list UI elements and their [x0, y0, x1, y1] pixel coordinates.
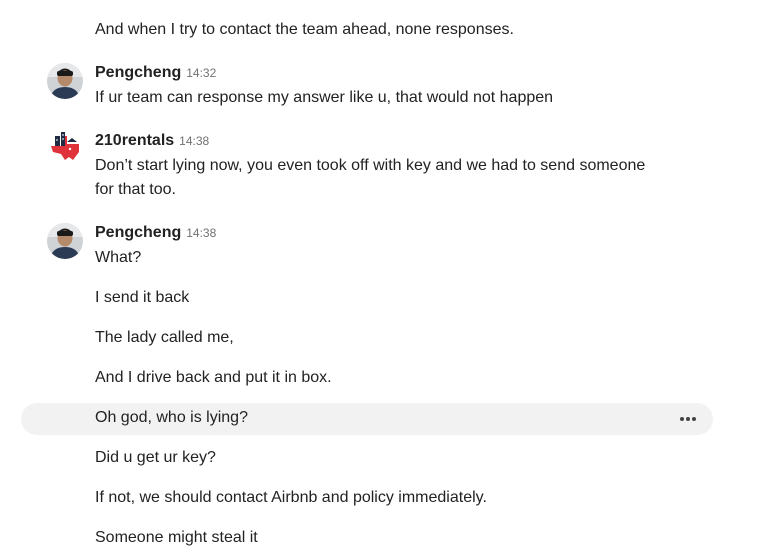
message-text: I send it back	[95, 289, 190, 306]
user-photo-icon	[47, 63, 83, 99]
message-text: If ur team can response my answer like u…	[95, 89, 554, 106]
more-actions-button[interactable]	[674, 408, 702, 430]
user-avatar[interactable]	[47, 63, 83, 99]
more-horizontal-icon	[680, 417, 684, 421]
message-text: And when I try to contact the team ahead…	[95, 21, 514, 38]
message-timestamp: 14:38	[186, 226, 217, 240]
message-timestamp: 14:32	[186, 66, 217, 80]
message-text: Don’t start lying now, you even took off…	[95, 157, 646, 174]
message-text: And I drive back and put it in box.	[95, 369, 332, 386]
message-text: Someone might steal it	[95, 529, 258, 546]
message-text: What?	[95, 249, 142, 266]
message-header: 210rentals 14:38	[95, 132, 209, 152]
user-photo-icon	[47, 223, 83, 259]
more-horizontal-icon-dot	[692, 417, 696, 421]
sender-name[interactable]: 210rentals	[95, 132, 174, 150]
message-text: Oh god, who is lying?	[95, 409, 248, 426]
sender-name[interactable]: Pengcheng	[95, 64, 181, 82]
message-timestamp: 14:38	[179, 134, 210, 148]
more-horizontal-icon-dot	[686, 417, 690, 421]
user-avatar[interactable]	[47, 223, 83, 259]
host-avatar[interactable]	[47, 130, 83, 166]
message-text: Did u get ur key?	[95, 449, 216, 466]
message-text: The lady called me,	[95, 329, 234, 346]
message-header: Pengcheng 14:38	[95, 224, 216, 244]
sender-name[interactable]: Pengcheng	[95, 224, 181, 242]
message-header: Pengcheng 14:32	[95, 64, 216, 84]
message-text: for that too.	[95, 181, 176, 198]
texas-house-logo-icon	[51, 132, 79, 160]
message-text: If not, we should contact Airbnb and pol…	[95, 489, 487, 506]
message-thread: And when I try to contact the team ahead…	[0, 0, 759, 555]
